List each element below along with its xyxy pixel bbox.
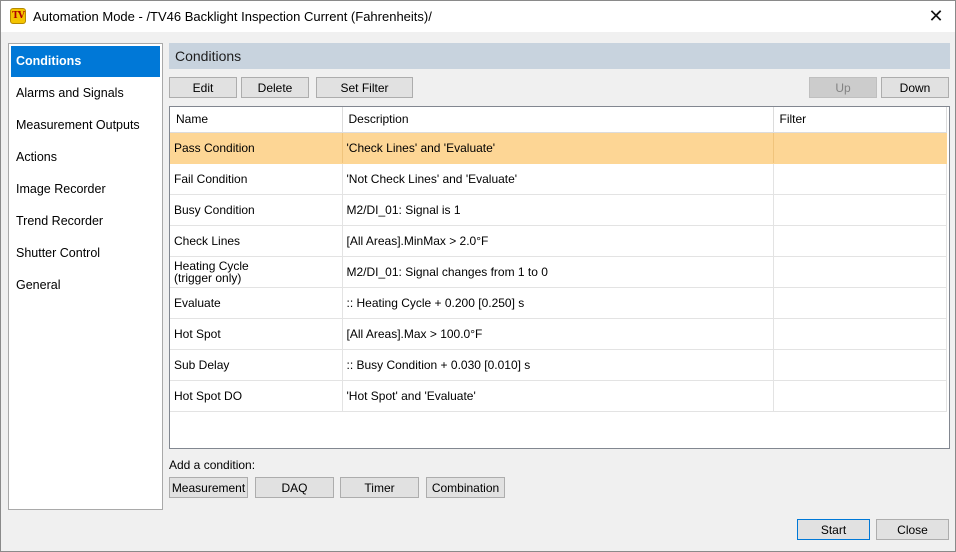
sidebar-item-measurement-outputs[interactable]: Measurement Outputs <box>9 109 162 141</box>
section-title: Conditions <box>175 48 242 64</box>
row-filter <box>773 287 947 319</box>
table-row[interactable]: Fail Condition 'Not Check Lines' and 'Ev… <box>170 163 947 195</box>
sidebar-item-actions[interactable]: Actions <box>9 141 162 173</box>
row-filter <box>773 194 947 226</box>
column-header-filter[interactable]: Filter <box>773 107 947 133</box>
row-name: Pass Condition <box>170 132 343 164</box>
close-button[interactable]: Close <box>876 519 949 540</box>
conditions-table: Name Description Filter Pass Condition '… <box>169 106 950 449</box>
row-filter <box>773 380 947 412</box>
edit-button[interactable]: Edit <box>169 77 237 98</box>
add-timer-button[interactable]: Timer <box>340 477 419 498</box>
sidebar-item-trend-recorder[interactable]: Trend Recorder <box>9 205 162 237</box>
down-button[interactable]: Down <box>881 77 949 98</box>
row-name: Evaluate <box>170 287 343 319</box>
row-description: 'Check Lines' and 'Evaluate' <box>342 132 774 164</box>
window-title: Automation Mode - /TV46 Backlight Inspec… <box>33 9 432 24</box>
set-filter-button[interactable]: Set Filter <box>316 77 413 98</box>
table-row[interactable]: Busy Condition M2/DI_01: Signal is 1 <box>170 194 947 226</box>
row-name: Heating Cycle (trigger only) <box>170 256 343 288</box>
table-row[interactable]: Sub Delay :: Busy Condition + 0.030 [0.0… <box>170 349 947 381</box>
title-bar: TV Automation Mode - /TV46 Backlight Ins… <box>1 1 955 32</box>
table-header-row: Name Description Filter <box>170 107 947 133</box>
sidebar-item-general[interactable]: General <box>9 269 162 301</box>
row-name: Check Lines <box>170 225 343 257</box>
row-filter <box>773 225 947 257</box>
table-row[interactable]: Evaluate :: Heating Cycle + 0.200 [0.250… <box>170 287 947 319</box>
row-filter <box>773 318 947 350</box>
add-daq-button[interactable]: DAQ <box>255 477 334 498</box>
start-button[interactable]: Start <box>797 519 870 540</box>
row-description: [All Areas].MinMax > 2.0°F <box>342 225 774 257</box>
row-filter <box>773 256 947 288</box>
section-header: Conditions <box>169 43 950 69</box>
row-filter <box>773 163 947 195</box>
row-description: M2/DI_01: Signal is 1 <box>342 194 774 226</box>
add-condition-label: Add a condition: <box>169 458 256 472</box>
sidebar-item-image-recorder[interactable]: Image Recorder <box>9 173 162 205</box>
row-description: [All Areas].Max > 100.0°F <box>342 318 774 350</box>
add-combination-button[interactable]: Combination <box>426 477 505 498</box>
table-row[interactable]: Heating Cycle (trigger only) M2/DI_01: S… <box>170 256 947 288</box>
row-name: Fail Condition <box>170 163 343 195</box>
category-sidebar: Conditions Alarms and Signals Measuremen… <box>8 43 163 510</box>
delete-button[interactable]: Delete <box>241 77 309 98</box>
close-icon: ✕ <box>928 6 944 26</box>
table-row[interactable]: Hot Spot DO 'Hot Spot' and 'Evaluate' <box>170 380 947 412</box>
sidebar-item-conditions[interactable]: Conditions <box>11 46 160 77</box>
table-row[interactable]: Hot Spot [All Areas].Max > 100.0°F <box>170 318 947 350</box>
up-button[interactable]: Up <box>809 77 877 98</box>
row-name: Busy Condition <box>170 194 343 226</box>
column-header-name[interactable]: Name <box>170 107 343 133</box>
row-filter <box>773 349 947 381</box>
row-description: :: Busy Condition + 0.030 [0.010] s <box>342 349 774 381</box>
row-name: Hot Spot DO <box>170 380 343 412</box>
row-name: Sub Delay <box>170 349 343 381</box>
row-description: :: Heating Cycle + 0.200 [0.250] s <box>342 287 774 319</box>
sidebar-item-alarms-and-signals[interactable]: Alarms and Signals <box>9 77 162 109</box>
row-filter <box>773 132 947 164</box>
table-row[interactable]: Check Lines [All Areas].MinMax > 2.0°F <box>170 225 947 257</box>
app-icon: TV <box>10 8 26 24</box>
column-header-description[interactable]: Description <box>342 107 774 133</box>
row-description: 'Hot Spot' and 'Evaluate' <box>342 380 774 412</box>
add-measurement-button[interactable]: Measurement <box>169 477 248 498</box>
row-description: M2/DI_01: Signal changes from 1 to 0 <box>342 256 774 288</box>
row-description: 'Not Check Lines' and 'Evaluate' <box>342 163 774 195</box>
row-name: Hot Spot <box>170 318 343 350</box>
table-row[interactable]: Pass Condition 'Check Lines' and 'Evalua… <box>170 132 947 164</box>
close-window-button[interactable]: ✕ <box>921 1 951 32</box>
automation-mode-window: TV Automation Mode - /TV46 Backlight Ins… <box>0 0 956 552</box>
sidebar-item-shutter-control[interactable]: Shutter Control <box>9 237 162 269</box>
